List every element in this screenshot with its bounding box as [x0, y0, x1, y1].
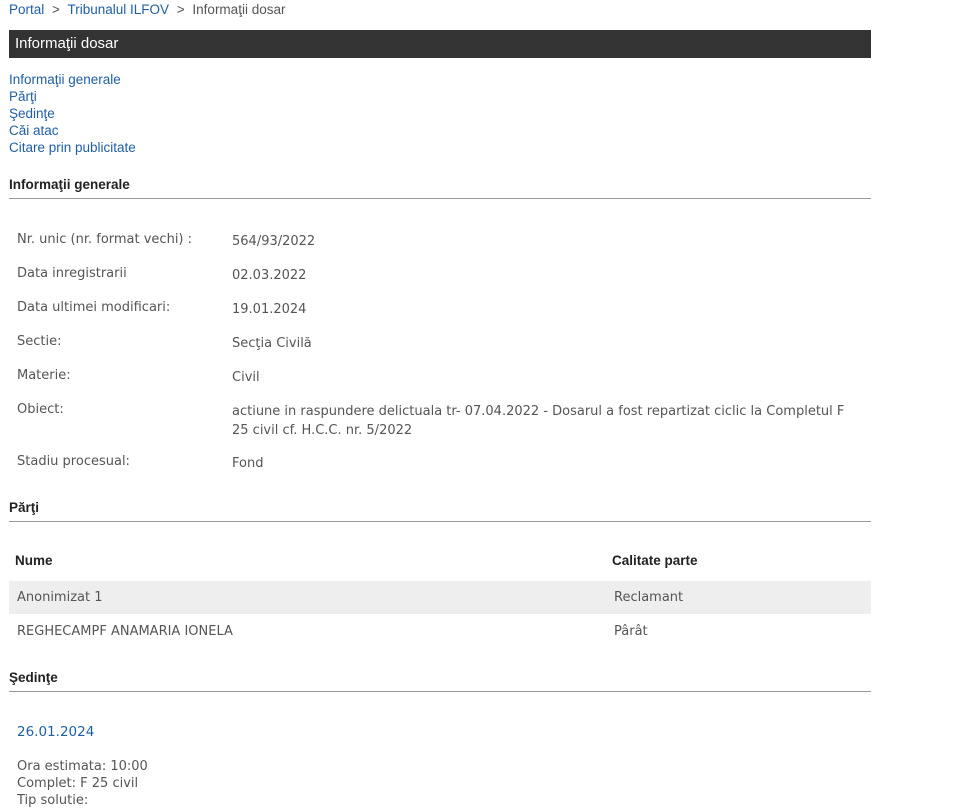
- info-value: 564/93/2022: [232, 234, 316, 249]
- party-name: Anonimizat 1: [17, 590, 103, 605]
- info-value: Secţia Civilă: [232, 336, 312, 351]
- breadcrumb-link-portal[interactable]: Portal: [9, 2, 44, 17]
- section-navigation: Informaţii generale Părţi Şedinţe Căi at…: [9, 71, 136, 156]
- info-label: Data inregistrarii: [17, 266, 127, 281]
- column-header-calitate: Calitate parte: [612, 553, 698, 568]
- table-row: REGHECAMPF ANAMARIA IONELA Pârât: [9, 615, 871, 648]
- info-label: Nr. unic (nr. format vechi) :: [17, 232, 193, 247]
- info-label: Obiect:: [17, 402, 64, 417]
- toc-link-sedinte[interactable]: Şedinţe: [9, 105, 136, 122]
- parti-table-header: Nume Calitate parte: [9, 553, 871, 575]
- hearing-time: Ora estimata: 10:00: [17, 759, 148, 774]
- breadcrumb: Portal > Tribunalul ILFOV > Informaţii d…: [9, 2, 285, 17]
- info-value: 02.03.2022: [232, 268, 307, 283]
- info-label: Data ultimei modificari:: [17, 300, 171, 315]
- info-value: 19.01.2024: [232, 302, 307, 317]
- info-label: Materie:: [17, 368, 71, 383]
- info-label: Stadiu procesual:: [17, 454, 130, 469]
- toc-link-informatii-generale[interactable]: Informaţii generale: [9, 71, 136, 88]
- party-role: Reclamant: [614, 590, 684, 605]
- info-value: Fond: [232, 456, 264, 471]
- hearing-details: Ora estimata: 10:00 Complet: F 25 civil …: [17, 758, 148, 809]
- info-label: Sectie:: [17, 334, 62, 349]
- column-header-nume: Nume: [15, 553, 53, 568]
- hearing-date: 26.01.2024: [17, 724, 95, 740]
- hearing-solution-type: Tip solutie:: [17, 793, 89, 808]
- party-name: REGHECAMPF ANAMARIA IONELA: [17, 624, 233, 639]
- breadcrumb-separator: >: [176, 2, 185, 17]
- toc-link-parti[interactable]: Părţi: [9, 88, 136, 105]
- section-heading-sedinte: Şedinţe: [9, 670, 871, 692]
- page-title: Informaţii dosar: [9, 30, 871, 58]
- breadcrumb-separator: >: [52, 2, 60, 17]
- party-role: Pârât: [614, 624, 648, 639]
- section-heading-parti: Părţi: [9, 500, 871, 522]
- breadcrumb-current: Informaţii dosar: [192, 2, 286, 17]
- hearing-panel: Complet: F 25 civil: [17, 776, 139, 791]
- table-row: Anonimizat 1 Reclamant: [9, 581, 871, 614]
- info-value: actiune in raspundere delictuala tr- 07.…: [232, 404, 845, 438]
- breadcrumb-link-tribunal[interactable]: Tribunalul ILFOV: [67, 2, 169, 17]
- toc-link-citare-publicitate[interactable]: Citare prin publicitate: [9, 139, 136, 156]
- info-value: Civil: [232, 370, 260, 385]
- toc-link-cai-atac[interactable]: Căi atac: [9, 122, 136, 139]
- section-heading-informatii-generale: Informaţii generale: [9, 177, 871, 199]
